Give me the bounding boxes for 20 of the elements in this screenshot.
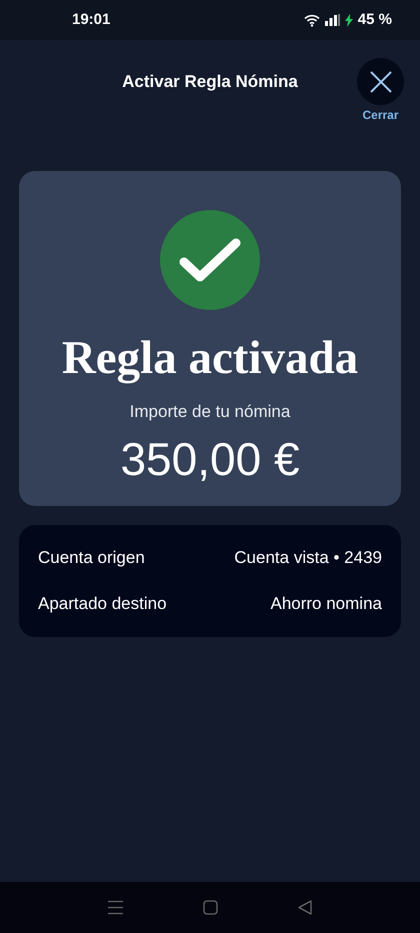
- detail-label: Apartado destino: [38, 593, 167, 616]
- close-icon: [368, 70, 392, 94]
- result-title: Regla activada: [62, 335, 358, 382]
- screen-title: Activar Regla Nómina: [122, 71, 298, 94]
- detail-value: Ahorro nomina: [270, 593, 382, 616]
- status-time: 19:01: [72, 10, 110, 30]
- battery-percent: 45 %: [358, 10, 392, 30]
- amount-label: Importe de tu nómina: [130, 401, 290, 423]
- detail-value: Cuenta vista • 2439: [234, 547, 382, 570]
- detail-label: Cuenta origen: [38, 547, 145, 570]
- back-icon[interactable]: [298, 900, 312, 915]
- home-icon[interactable]: [203, 900, 218, 915]
- close-label[interactable]: Cerrar: [362, 106, 399, 124]
- wifi-icon: [304, 14, 320, 26]
- signal-icon: [324, 14, 340, 26]
- check-icon: [160, 210, 260, 310]
- close-button[interactable]: [357, 58, 404, 105]
- amount-value: 350,00 €: [120, 432, 300, 486]
- menu-icon[interactable]: [108, 900, 123, 915]
- charging-icon: [344, 14, 353, 26]
